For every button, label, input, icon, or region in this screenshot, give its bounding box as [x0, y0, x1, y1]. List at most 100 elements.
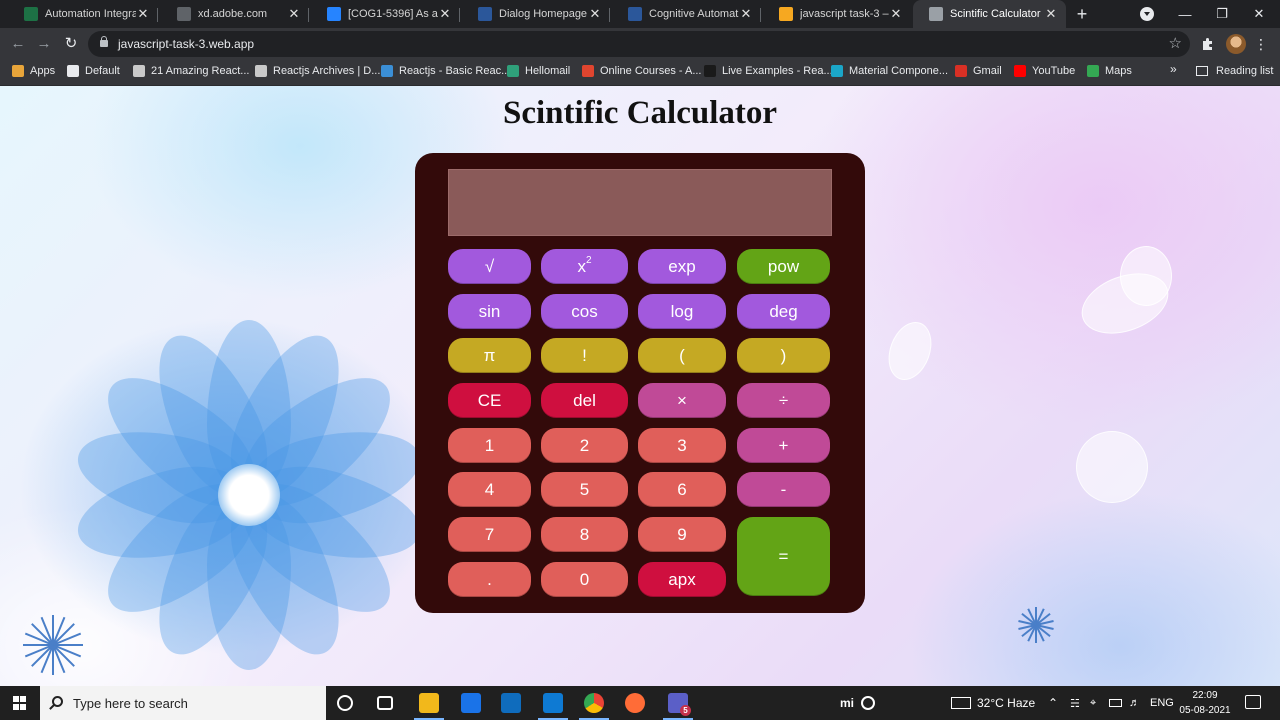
bookmark-label[interactable]: YouTube	[1032, 65, 1075, 77]
bookmark-item[interactable]: YouTube	[1014, 60, 1075, 82]
key-clear[interactable]: CE	[448, 383, 531, 418]
tab-search-icon[interactable]	[1140, 7, 1154, 21]
bookmark-item[interactable]: Reactjs - Basic Reac...	[381, 60, 510, 82]
key-digit-7[interactable]: 7	[448, 517, 531, 552]
bookmark-label[interactable]: Reactjs Archives | D...	[273, 65, 380, 77]
browser-tab[interactable]: Cognitive Automation✕	[612, 0, 761, 28]
bookmark-item[interactable]: Maps	[1087, 60, 1132, 82]
bookmark-label[interactable]: Maps	[1105, 65, 1132, 77]
vscode-icon[interactable]	[543, 693, 563, 713]
bookmark-item[interactable]: Reactjs Archives | D...	[255, 60, 380, 82]
clock[interactable]: 22:09 05-08-2021	[1170, 688, 1240, 718]
key-sqrt[interactable]: √	[448, 249, 531, 284]
tab-title[interactable]: xd.adobe.com	[198, 8, 287, 20]
key-square[interactable]: x2	[541, 249, 628, 284]
cortana-icon[interactable]	[337, 695, 353, 711]
bookmark-item[interactable]: Gmail	[955, 60, 1002, 82]
bookmark-item[interactable]: Apps	[12, 60, 55, 82]
key-exp[interactable]: exp	[638, 249, 726, 284]
bookmark-item[interactable]: 21 Amazing React...	[133, 60, 249, 82]
tray-app-icon[interactable]	[861, 696, 875, 710]
key-log[interactable]: log	[638, 294, 726, 329]
key-digit-9[interactable]: 9	[638, 517, 726, 552]
browser-tab[interactable]: xd.adobe.com ✕	[161, 0, 309, 28]
minimize-icon[interactable]: —	[1166, 0, 1204, 28]
restore-icon[interactable]: ❐	[1203, 0, 1241, 28]
forward-arrow-icon[interactable]: →	[34, 34, 54, 54]
close-tab-icon[interactable]: ✕	[588, 6, 602, 22]
bookmark-item[interactable]: Online Courses - A...	[582, 60, 702, 82]
close-tab-icon[interactable]: ✕	[438, 6, 452, 22]
browser-tab[interactable]: Scintific Calculator ✕	[913, 0, 1066, 28]
tab-title[interactable]: Scintific Calculator	[950, 8, 1044, 20]
bookmark-label[interactable]: Default	[85, 65, 120, 77]
bookmark-item[interactable]: Live Examples - Rea...	[704, 60, 833, 82]
close-tab-icon[interactable]: ✕	[1044, 6, 1058, 22]
bookmark-item[interactable]: Default	[67, 60, 120, 82]
key-open-paren[interactable]: (	[638, 338, 726, 373]
browser-tab[interactable]: javascript task-3 – Fire✕	[763, 0, 911, 28]
key-digit-4[interactable]: 4	[448, 472, 531, 507]
show-hidden-icons-chevron-icon[interactable]: ⌃	[1048, 686, 1058, 720]
bookmark-item[interactable]: Material Compone...	[831, 60, 948, 82]
browser-tab[interactable]: Automation Integratio✕	[8, 0, 158, 28]
key-cos[interactable]: cos	[541, 294, 628, 329]
calculator-display[interactable]	[448, 169, 832, 236]
teams-icon[interactable]: 5	[668, 693, 691, 716]
tab-title[interactable]: Cognitive Automation	[649, 8, 739, 20]
key-sin[interactable]: sin	[448, 294, 531, 329]
key-add[interactable]: +	[737, 428, 830, 463]
weather-icon[interactable]	[951, 697, 971, 709]
task-view-icon[interactable]	[377, 696, 393, 710]
key-digit-3[interactable]: 3	[638, 428, 726, 463]
outlook-icon[interactable]	[501, 693, 521, 713]
taskbar-search-placeholder[interactable]: Type here to search	[73, 696, 188, 711]
bookmark-label[interactable]: Gmail	[973, 65, 1002, 77]
key-digit-6[interactable]: 6	[638, 472, 726, 507]
close-tab-icon[interactable]: ✕	[739, 6, 753, 22]
key-pow[interactable]: pow	[737, 249, 830, 284]
bookmark-label[interactable]: Online Courses - A...	[600, 65, 702, 77]
bookmark-label[interactable]: Live Examples - Rea...	[722, 65, 833, 77]
key-digit-0[interactable]: 0	[541, 562, 628, 597]
close-tab-icon[interactable]: ✕	[889, 6, 903, 22]
new-tab-button[interactable]: +	[1073, 5, 1091, 23]
key-digit-8[interactable]: 8	[541, 517, 628, 552]
bookmark-item[interactable]: Hellomail	[507, 60, 570, 82]
bookmark-label[interactable]: Reactjs - Basic Reac...	[399, 65, 510, 77]
back-arrow-icon[interactable]: ←	[8, 34, 28, 54]
mi-tray-icon[interactable]: mi	[840, 686, 854, 720]
extensions-puzzle-icon[interactable]	[1200, 36, 1216, 52]
key-equals[interactable]: =	[737, 517, 830, 596]
key-approx[interactable]: apx	[638, 562, 726, 597]
tab-title[interactable]: javascript task-3 – Fire	[800, 8, 889, 20]
tab-title[interactable]: [COG1-5396] As a adm	[348, 8, 438, 20]
tab-title[interactable]: Dialog Homepage | W	[499, 8, 588, 20]
address-bar[interactable]: javascript-task-3.web.app ☆	[88, 31, 1190, 57]
key-divide[interactable]: ÷	[737, 383, 830, 418]
wifi-icon[interactable]: ⌖	[1090, 686, 1096, 720]
key-pi[interactable]: π	[448, 338, 531, 373]
key-close-paren[interactable]: )	[737, 338, 830, 373]
reading-list[interactable]: Reading list	[1196, 60, 1273, 82]
weather-text[interactable]: 32°C Haze	[977, 686, 1035, 720]
tab-title[interactable]: Automation Integratio	[45, 8, 136, 20]
lock-icon[interactable]	[100, 36, 108, 47]
key-subtract[interactable]: -	[737, 472, 830, 507]
browser-tab[interactable]: Dialog Homepage | W✕	[462, 0, 610, 28]
key-digit-2[interactable]: 2	[541, 428, 628, 463]
key-decimal[interactable]: .	[448, 562, 531, 597]
key-multiply[interactable]: ×	[638, 383, 726, 418]
windows-start-icon[interactable]	[13, 696, 27, 710]
bookmark-label[interactable]: Hellomail	[525, 65, 570, 77]
close-tab-icon[interactable]: ✕	[287, 6, 301, 22]
chrome-icon[interactable]	[584, 693, 604, 713]
key-digit-1[interactable]: 1	[448, 428, 531, 463]
bookmark-label[interactable]: Material Compone...	[849, 65, 948, 77]
postman-icon[interactable]	[625, 693, 645, 713]
key-delete[interactable]: del	[541, 383, 628, 418]
bookmark-label[interactable]: Apps	[30, 65, 55, 77]
profile-avatar[interactable]	[1226, 34, 1246, 54]
key-digit-5[interactable]: 5	[541, 472, 628, 507]
notifications-icon[interactable]	[1245, 695, 1261, 709]
